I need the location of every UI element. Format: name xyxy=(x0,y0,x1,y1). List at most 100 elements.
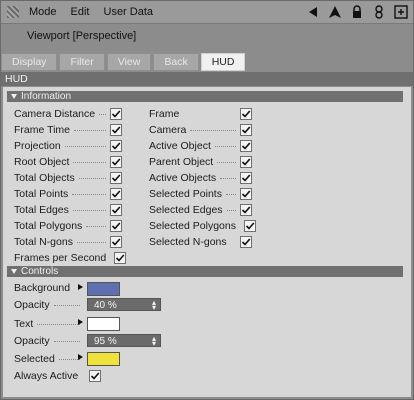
frame-time-checkbox[interactable] xyxy=(110,124,122,136)
parent-object-label: Parent Object xyxy=(149,156,214,168)
menu-mode[interactable]: Mode xyxy=(29,6,57,18)
information-group-header[interactable]: Information xyxy=(7,91,403,102)
selected-color-swatch[interactable] xyxy=(87,352,120,366)
controls-group-header[interactable]: Controls xyxy=(7,266,403,277)
text-color-swatch[interactable] xyxy=(87,317,120,331)
leader-dots xyxy=(226,209,236,211)
opacity1-row: Opacity xyxy=(14,298,84,312)
information-group-label: Information xyxy=(21,91,72,102)
tab-view[interactable]: View xyxy=(106,53,152,71)
up-arrow-icon[interactable] xyxy=(327,4,343,20)
hud-section-header: HUD xyxy=(1,72,413,86)
checkmark-icon xyxy=(241,238,251,246)
total-ngons-label: Total N-gons xyxy=(14,236,73,248)
info-right-row-3: Parent Object xyxy=(149,155,252,169)
active-objects-checkbox[interactable] xyxy=(240,172,252,184)
selected-points-checkbox[interactable] xyxy=(240,188,252,200)
info-right-row-6: Selected Edges xyxy=(149,203,252,217)
info-left-row-1: Frame Time xyxy=(14,123,122,137)
leader-dots xyxy=(99,113,106,115)
checkmark-icon xyxy=(241,142,251,150)
back-arrow-icon[interactable] xyxy=(305,4,321,20)
frames-per-second-checkbox[interactable] xyxy=(114,252,127,264)
drag-grip-icon[interactable] xyxy=(7,6,19,18)
leader-dots xyxy=(78,177,106,179)
controls-group-label: Controls xyxy=(21,266,59,277)
opacity2-value: 95 % xyxy=(94,336,117,347)
checkmark-icon xyxy=(111,190,121,198)
info-left-row-2: Projection xyxy=(14,139,122,153)
leader-dots xyxy=(64,145,106,147)
camera-label: Camera xyxy=(149,124,187,136)
leader-dots xyxy=(225,193,236,195)
tab-back[interactable]: Back xyxy=(153,53,199,71)
text-row: Text xyxy=(14,317,84,331)
background-label: Background xyxy=(14,282,71,294)
info-left-row-8: Total N-gons xyxy=(14,235,122,249)
opacity2-spinner[interactable]: 95 % ▴ ▾ xyxy=(87,334,161,348)
checkmark-icon xyxy=(241,174,251,182)
selected-ngons-label: Selected N-gons xyxy=(149,236,227,248)
total-points-checkbox[interactable] xyxy=(110,188,122,200)
info-right-row-8: Selected N-gons xyxy=(149,235,252,249)
leader-dots xyxy=(72,209,106,211)
frame-checkbox[interactable] xyxy=(240,108,252,120)
checkmark-icon xyxy=(111,110,121,118)
toolbar-icons xyxy=(305,4,409,20)
total-edges-checkbox[interactable] xyxy=(110,204,122,216)
page-title: Viewport [Perspective] xyxy=(27,30,137,42)
selected-row: Selected xyxy=(14,352,84,366)
background-color-swatch[interactable] xyxy=(87,282,120,296)
background-expand-icon[interactable] xyxy=(78,284,83,290)
checkmark-icon xyxy=(241,110,251,118)
total-polygons-checkbox[interactable] xyxy=(110,220,122,232)
selected-edges-checkbox[interactable] xyxy=(240,204,252,216)
checkmark-icon xyxy=(111,206,121,214)
camera-distance-checkbox[interactable] xyxy=(110,108,122,120)
tab-bar: Display Filter View Back HUD xyxy=(1,53,246,71)
text-expand-icon[interactable] xyxy=(78,319,83,325)
selected-edges-label: Selected Edges xyxy=(149,204,223,216)
checkmark-icon xyxy=(111,238,121,246)
camera-checkbox[interactable] xyxy=(240,124,252,136)
checkmark-icon xyxy=(111,174,121,182)
active-object-checkbox[interactable] xyxy=(240,140,252,152)
active-object-label: Active Object xyxy=(149,140,211,152)
menu-user-data[interactable]: User Data xyxy=(104,6,154,18)
info-right-row-4: Active Objects xyxy=(149,171,252,185)
total-objects-checkbox[interactable] xyxy=(110,172,122,184)
tab-display[interactable]: Display xyxy=(1,53,58,71)
checkmark-icon xyxy=(241,126,251,134)
tab-hud[interactable]: HUD xyxy=(200,53,246,71)
frame-label: Frame xyxy=(149,108,180,120)
total-ngons-checkbox[interactable] xyxy=(110,236,122,248)
selected-expand-icon[interactable] xyxy=(78,354,83,360)
opacity1-label: Opacity xyxy=(14,299,50,311)
info-left-row-4: Total Objects xyxy=(14,171,122,185)
info-left-row-0: Camera Distance xyxy=(14,107,122,121)
projection-label: Projection xyxy=(14,140,61,152)
checkmark-icon xyxy=(116,254,125,262)
leader-dots xyxy=(190,129,236,131)
camera-distance-label: Camera Distance xyxy=(14,108,96,120)
projection-checkbox[interactable] xyxy=(110,140,122,152)
menu-edit[interactable]: Edit xyxy=(71,6,90,18)
tab-filter[interactable]: Filter xyxy=(59,53,105,71)
lock-icon[interactable] xyxy=(349,4,365,20)
parent-object-checkbox[interactable] xyxy=(240,156,252,168)
selected-ngons-checkbox[interactable] xyxy=(240,236,252,248)
checkmark-icon xyxy=(111,126,121,134)
always-active-checkbox[interactable] xyxy=(89,370,101,382)
total-points-label: Total Points xyxy=(14,188,69,200)
link-icon[interactable] xyxy=(371,4,387,20)
background-row: Background xyxy=(14,281,70,295)
expand-triangle-icon xyxy=(11,93,17,99)
new-window-icon[interactable] xyxy=(393,4,409,20)
selected-polygons-checkbox[interactable] xyxy=(243,220,256,232)
spinner-arrows-icon[interactable]: ▴ ▾ xyxy=(152,299,156,312)
opacity1-spinner[interactable]: 40 % ▴ ▾ xyxy=(87,298,161,312)
spinner-arrows-icon[interactable]: ▴ ▾ xyxy=(152,335,156,348)
root-object-checkbox[interactable] xyxy=(110,156,122,168)
always-active-label: Always Active xyxy=(14,370,79,382)
leader-dots xyxy=(72,193,106,195)
